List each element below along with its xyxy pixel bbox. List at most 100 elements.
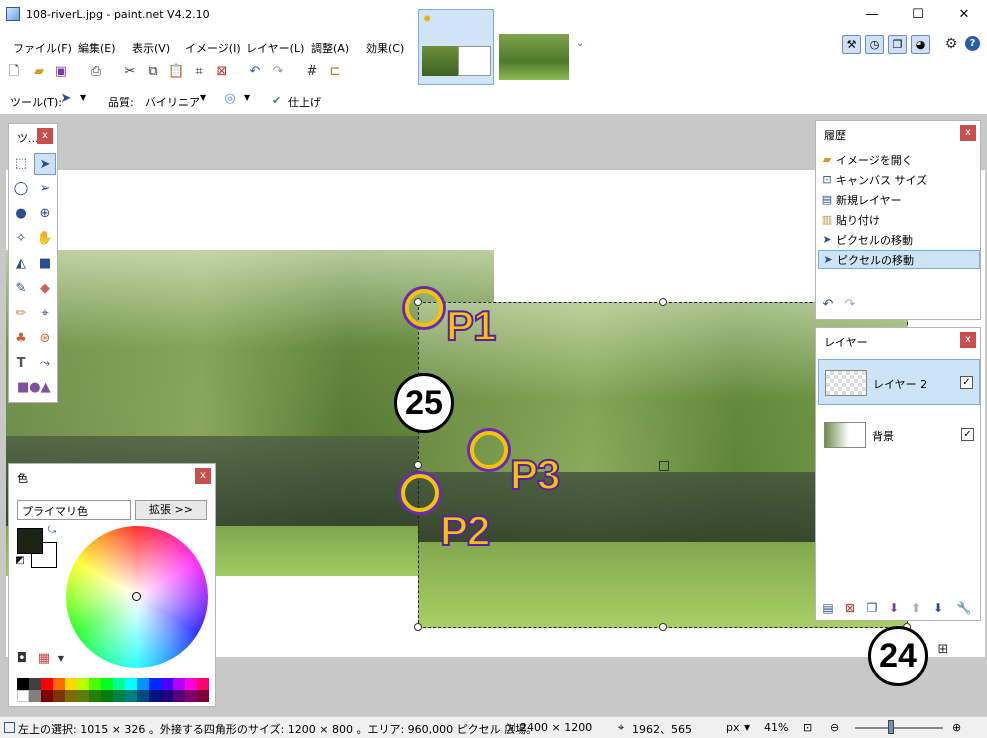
recolor-tool-icon[interactable]: ⊛ [34,328,56,350]
paint-bucket-tool-icon[interactable]: ◭ [10,253,32,275]
delete-layer-icon[interactable]: ⊠ [842,600,858,616]
grid-icon[interactable]: # [304,64,320,80]
magic-wand-tool-icon[interactable]: ✧ [10,228,32,250]
tools-toggle-icon[interactable]: ⚒ [842,35,861,54]
zoom-slider-thumb[interactable] [888,720,894,734]
print-icon[interactable]: ⎙ [88,64,104,80]
tools-panel-close[interactable]: x [37,128,53,144]
selection-handle[interactable] [659,623,667,631]
layer-properties-icon[interactable]: 🔧 [956,600,972,616]
zoom-in-icon[interactable]: ⊕ [952,721,961,734]
cut-icon[interactable]: ✂ [122,64,138,80]
lasso-tool-icon[interactable]: ◯ [10,178,32,200]
layer-row-layer2[interactable]: レイヤー 2 ✓ [818,359,980,405]
antialias-dropdown-arrow-icon[interactable]: ▼ [244,93,250,102]
deselect-icon[interactable]: ⊠ [214,64,230,80]
menu-effects[interactable]: 効果(C) [366,40,404,56]
menu-adjustments[interactable]: 調整(A) [311,40,349,56]
paste-icon[interactable]: 📋 [168,64,184,80]
history-undo-icon[interactable]: ↶ [820,297,836,313]
unit-select[interactable]: px [726,721,740,734]
history-panel-close[interactable]: x [960,125,976,141]
layer-visibility-checkbox[interactable]: ✓ [961,428,974,441]
menu-file[interactable]: ファイル(F) [13,40,72,56]
settings-gear-icon[interactable]: ⚙ [943,36,959,52]
zoom-to-window-icon[interactable]: ⊡ [803,721,812,734]
finish-check-icon[interactable]: ✔ [272,94,281,107]
move-selection-tool-icon[interactable]: ➢ [34,178,56,200]
colors-panel-close[interactable]: x [195,468,211,484]
color-picker-tool-icon[interactable]: ⌖ [34,303,56,325]
history-item[interactable]: ▤ 新規レイヤー [818,191,980,210]
tab-list-chevron-icon[interactable]: ⌄ [576,38,584,49]
save-icon[interactable]: ▣ [53,64,69,80]
move-selected-tool-icon[interactable]: ➤ [34,153,56,175]
history-toggle-icon[interactable]: ◷ [865,35,884,54]
antialias-icon[interactable]: ◎ [222,91,238,107]
zoom-level[interactable]: 41% [764,721,788,734]
expand-button[interactable]: 拡張 >> [135,500,207,520]
close-button[interactable]: ✕ [941,0,987,30]
palette-menu-icon[interactable]: ▦ [35,650,53,668]
history-item[interactable]: ➤ ピクセルの移動 [818,231,980,250]
ellipse-select-tool-icon[interactable]: ● [10,203,32,225]
image-tab[interactable] [499,34,569,80]
selection-handle[interactable] [414,623,422,631]
image-tab-active[interactable]: ✹ [418,9,494,85]
history-item[interactable]: ⊡ キャンバス サイズ [818,171,980,190]
gradient-tool-icon[interactable]: ■ [34,253,56,275]
history-redo-icon[interactable]: ↷ [842,297,858,313]
selection-center-move-icon[interactable] [659,461,669,471]
move-selection-tool-icon[interactable]: ➤ [58,91,74,107]
crop-icon[interactable]: ⌗ [191,64,207,80]
color-palette[interactable] [17,678,209,702]
resize-grip-icon[interactable]: ⊞ [935,642,951,658]
undo-icon[interactable]: ↶ [247,64,263,80]
menu-layer[interactable]: レイヤー(L) [246,40,304,56]
quality-select[interactable]: バイリニア [145,94,200,110]
help-icon[interactable]: ? [965,36,980,51]
move-layer-up-icon[interactable]: ⬆ [908,600,924,616]
finish-button[interactable]: 仕上げ [288,94,321,110]
clone-stamp-tool-icon[interactable]: ♣ [10,328,32,350]
selection-handle[interactable] [414,461,422,469]
move-layer-down-icon[interactable]: ⬇ [930,600,946,616]
copy-icon[interactable]: ⧉ [145,64,161,80]
reset-colors-icon[interactable]: ◩ [13,554,27,568]
swap-colors-icon[interactable]: ⤿ [45,524,59,538]
tool-dropdown-arrow-icon[interactable]: ▼ [80,93,86,102]
pencil-tool-icon[interactable]: ✏ [10,303,32,325]
redo-icon[interactable]: ↷ [270,64,286,80]
maximize-button[interactable]: ☐ [895,0,941,30]
selection-handle[interactable] [659,298,667,306]
menu-image[interactable]: イメージ(I) [185,40,241,56]
primary-color-swatch[interactable] [17,528,43,554]
palette-dropdown-arrow-icon[interactable]: ▼ [55,650,67,668]
unit-dropdown-arrow-icon[interactable]: ▼ [744,723,750,732]
duplicate-layer-icon[interactable]: ❐ [864,600,880,616]
layers-panel-close[interactable]: x [960,332,976,348]
menu-edit[interactable]: 編集(E) [78,40,116,56]
history-item-current[interactable]: ➤ ピクセルの移動 [818,250,980,269]
new-file-icon[interactable]: 🗋 [6,64,22,80]
shapes-tool-icon[interactable]: ■●▲ [17,377,51,399]
add-palette-color-icon[interactable]: ◘ [13,650,31,668]
zoom-slider-track[interactable] [855,727,943,729]
add-layer-icon[interactable]: ▤ [820,600,836,616]
text-tool-icon[interactable]: T [10,353,32,375]
rectangle-select-tool-icon[interactable]: ⬚ [10,153,32,175]
zoom-out-icon[interactable]: ⊖ [830,721,839,734]
zoom-tool-icon[interactable]: ⊕ [34,203,56,225]
minimize-button[interactable]: — [849,0,895,30]
history-item[interactable]: ▰ イメージを開く [818,151,980,170]
quality-dropdown-arrow-icon[interactable]: ▼ [200,93,206,102]
eraser-tool-icon[interactable]: ◆ [34,278,56,300]
color-wheel-cursor[interactable] [132,592,141,601]
paintbrush-tool-icon[interactable]: ✎ [10,278,32,300]
layers-toggle-icon[interactable]: ❐ [888,35,907,54]
line-curve-tool-icon[interactable]: ⤳ [34,353,56,375]
merge-layer-down-icon[interactable]: ⬇ [886,600,902,616]
color-target-select[interactable]: プライマリ色 [17,500,131,520]
pan-tool-icon[interactable]: ✋ [34,228,56,250]
history-item[interactable]: ▥ 貼り付け [818,211,980,230]
